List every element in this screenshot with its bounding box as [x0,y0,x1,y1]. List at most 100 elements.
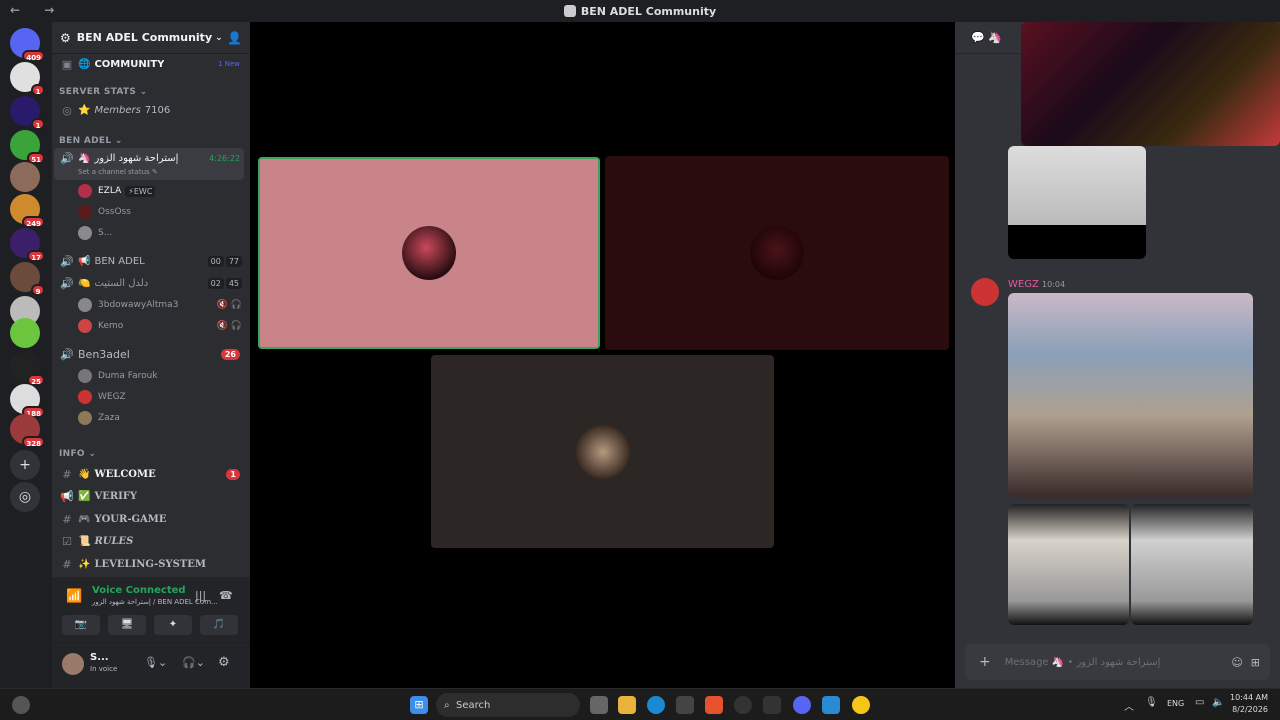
clock-date[interactable]: 8/2/2026 [1230,705,1268,714]
emoji-icon[interactable]: ☺ [1231,656,1242,669]
photo-poster-wall[interactable] [1021,22,1280,146]
clock-time[interactable]: 10:44 AM [1230,693,1268,702]
chevron-up-icon[interactable]: ︿ [1124,698,1134,713]
disconnect-icon[interactable]: ☎ [219,589,233,602]
file-explorer-icon[interactable] [618,696,636,714]
discover-icon[interactable]: ◎ [10,482,40,512]
app-icon[interactable] [852,696,870,714]
voice-user-name: OssOss [98,207,131,217]
camera-button[interactable]: 📷 [62,615,100,635]
video-tile-ossoss[interactable] [605,156,949,350]
weather-icon[interactable] [12,696,30,714]
voice-user[interactable]: Kemo 🔇 🎧 [78,318,248,334]
video-tile-ezla[interactable] [258,157,600,349]
server-header[interactable]: ⚙ BEN ADEL Community ⌄ 👤 [52,22,250,54]
server-icon-server-10[interactable] [10,318,40,348]
discord-icon[interactable] [793,696,811,714]
message-input[interactable]: + Message 🦄 • إستراحة شهود الزور ☺ ⊞ [965,644,1270,680]
mic-icon[interactable]: 🎙⌄ [144,656,167,669]
app-icon[interactable] [763,696,781,714]
speaker-icon: 🔊 [60,276,74,290]
voice-channel-ben3adel[interactable]: 🔊 Ben3adel 26 [52,344,250,364]
members-value: 7106 [144,104,171,116]
avatar [78,205,92,219]
headphones-icon[interactable]: 🎧⌄ [182,656,205,669]
server-icon-discord-home[interactable]: 409 [10,28,45,62]
soundboard-button[interactable]: 🎵 [200,615,238,635]
edge-icon[interactable] [647,696,665,714]
channel-your-game[interactable]: # 🎮 YOUR-GAME [52,509,250,529]
channel-community[interactable]: ▣ 🌐 COMMUNITY 1 New [52,54,250,74]
voice-user[interactable]: S... [78,225,248,241]
gear-icon[interactable]: ⚙ [218,655,230,670]
server-icon-server-ea[interactable]: 1 [10,96,45,130]
app-icon[interactable] [822,696,840,714]
apps-icon[interactable]: ⊞ [1251,656,1260,669]
voice-user[interactable]: Duma Farouk [78,368,248,384]
avatar [78,298,92,312]
server-icon-server-13[interactable]: 328 [10,414,45,448]
channel-rules[interactable]: ☑ 📜 RULES [52,532,250,552]
voice-user[interactable]: OssOss [78,204,248,220]
network-icon[interactable]: ▭ [1195,697,1204,708]
channel-verify[interactable]: 📢 ✅ VERIFY [52,487,250,507]
activities-button[interactable]: ✦ [154,615,192,635]
video-tile-user[interactable] [431,355,774,548]
category-info[interactable]: INFO ⌄ [52,446,250,462]
channel-status[interactable]: Set a channel status ✎ [52,166,250,178]
mention-badge: 26 [220,348,240,360]
channel-type-icon: ☑ [62,535,72,548]
avatar [750,226,804,280]
channel-welcome[interactable]: # 👋 WELCOME 1 [52,464,250,484]
voice-channel-dldl[interactable]: 🔊 🍋 دلدل الستيت 02 45 [52,274,250,292]
server-icon-server-6[interactable]: 249 [10,194,45,228]
app-icon[interactable] [734,696,752,714]
nav-arrows[interactable]: ← → [10,3,64,17]
photo-computer-1[interactable] [1008,504,1129,625]
server-icon-server-2[interactable]: 1 [10,62,45,96]
voice-user[interactable]: Zaza [78,410,248,426]
screen-share-button[interactable]: 🖥 [108,615,146,635]
server-icon-server-5[interactable] [10,162,40,192]
photo-kids[interactable] [1008,146,1146,259]
avatar[interactable] [971,278,999,306]
forum-icon: ▣ [61,57,73,71]
invite-icon[interactable]: 👤 [227,31,242,45]
category-ben-adel[interactable]: BEN ADEL ⌄ [52,133,250,149]
mic-icon[interactable]: 🎙 [1145,697,1158,708]
speaker-icon: 🔊 [60,254,74,268]
category-server-stats[interactable]: SERVER STATS ⌄ [52,84,250,100]
thread-icon[interactable]: 💬 [971,31,985,44]
add-server-icon[interactable]: + [10,450,40,480]
language-indicator[interactable]: ENG [1167,699,1184,708]
message-author[interactable]: WEGZ [1008,279,1039,290]
server-icon-server-ea2[interactable]: 17 [10,228,45,262]
windows-start-icon[interactable]: ⊞ [410,696,428,714]
photo-computer-2[interactable] [1131,504,1253,625]
server-icon-server-12[interactable]: 188 [10,384,45,418]
add-icon[interactable]: + [979,654,991,670]
new-badge: 1 New [218,60,240,68]
voice-user[interactable]: EZLA ⚡EWC [78,183,248,199]
avatar[interactable] [62,653,84,675]
task-view-icon[interactable] [590,696,608,714]
taskbar-search[interactable]: ⌕ Search [436,693,580,717]
store-icon[interactable] [676,696,694,714]
avatar [78,226,92,240]
brave-icon[interactable] [705,696,723,714]
server-icon-server-8[interactable]: 9 [10,262,45,296]
voice-user[interactable]: WEGZ [78,389,248,405]
channel-leveling-system[interactable]: # ✨ LEVELING-SYSTEM [52,554,250,574]
voice-user[interactable]: 3bdowawyAltma3 🔇 🎧 [78,297,248,313]
unread-badge: 328 [22,436,45,448]
photo-beach[interactable] [1008,293,1253,497]
server-icon-server-tn[interactable]: 25 [10,352,45,386]
channel-members[interactable]: ◎ ⭐ Members 7106 [52,100,250,120]
avatar [78,390,92,404]
voice-channel-ben-adel[interactable]: 🔊 📢 BEN ADEL 00 77 [52,252,250,270]
volume-icon[interactable]: 🔈 [1212,697,1224,708]
voice-channel-active[interactable]: 🔊 🦄 إستراحة شهود الزور 4:26:22 [52,150,250,166]
server-icon-server-w[interactable]: 51 [10,130,45,164]
signal-icon[interactable]: 📶 [66,589,82,604]
noise-suppression-icon[interactable]: ||| [195,589,206,602]
